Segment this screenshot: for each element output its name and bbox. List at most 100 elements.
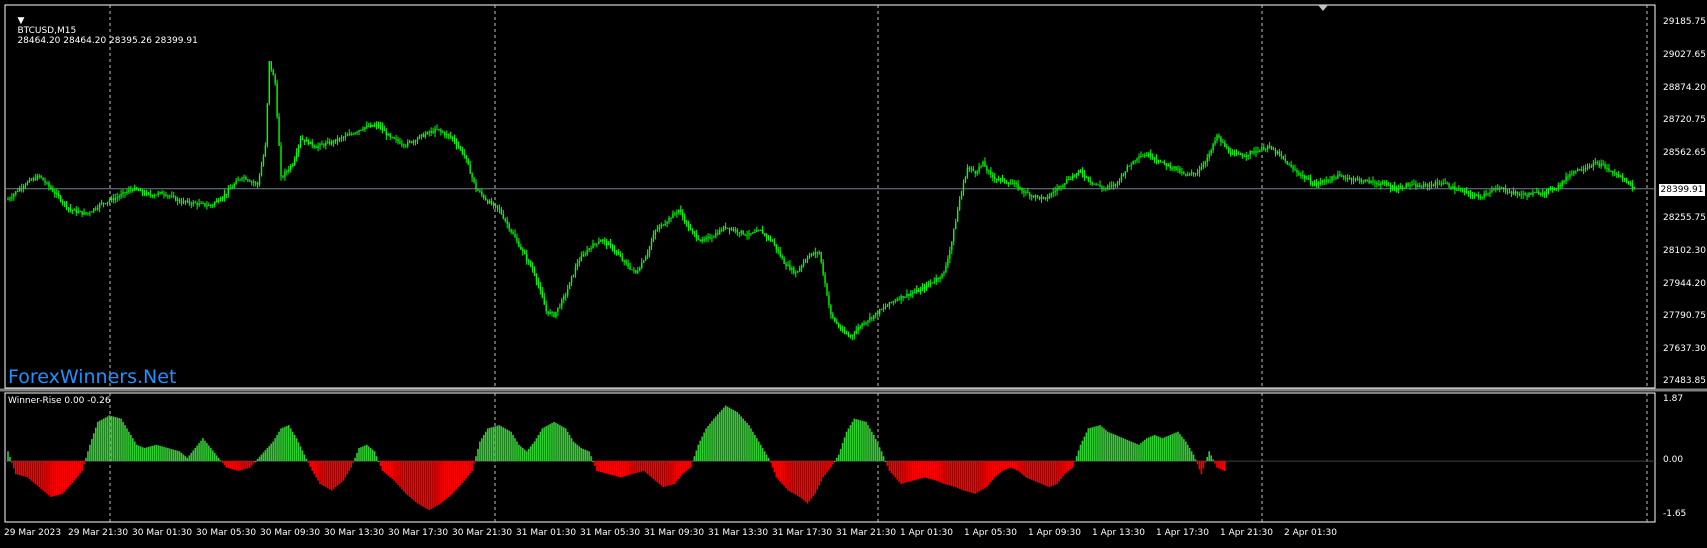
candle-body (1095, 183, 1097, 185)
histogram-bar-up (742, 418, 744, 462)
histogram-bar-down (949, 461, 951, 486)
candle-body (405, 145, 407, 147)
candle-body (1313, 184, 1316, 186)
candle-body (171, 195, 173, 197)
candle-body (553, 312, 555, 317)
histogram-bar-up (100, 419, 103, 462)
histogram-bar-down (633, 461, 635, 474)
candle-body (992, 174, 994, 177)
histogram-bar-down (81, 461, 83, 471)
candle-body (143, 193, 146, 195)
candle-body (947, 258, 949, 266)
histogram-bar-up (171, 449, 173, 462)
histogram-bar-up (284, 426, 286, 462)
candle-body (1130, 164, 1132, 166)
histogram-bar-up (697, 444, 700, 462)
histogram-bar-down (69, 461, 72, 486)
candle-body (17, 191, 19, 193)
candle-body (416, 138, 419, 142)
histogram-bar-up (1186, 444, 1189, 462)
candle-body (1036, 195, 1039, 197)
candle-body (668, 218, 670, 222)
histogram-bar-up (215, 455, 218, 462)
candle-body (516, 237, 518, 241)
candle-body (1384, 182, 1386, 184)
histogram-bar-up (204, 440, 206, 462)
candle-body (1430, 184, 1433, 186)
candle-body (561, 299, 563, 307)
candle-body (551, 312, 553, 314)
histogram-bar-down (453, 461, 456, 492)
candle-body (984, 161, 986, 167)
candle-body (541, 290, 543, 298)
candle-body (726, 227, 729, 229)
trading-chart-window[interactable]: ▼ BTCUSD,M15 28464.20 28464.20 28395.26 … (0, 0, 1707, 544)
candle-body (1352, 179, 1355, 181)
candle-body (20, 187, 23, 189)
histogram-bar-up (726, 406, 729, 462)
candle-body (1387, 185, 1390, 187)
candle-body (728, 227, 731, 230)
candle-body (332, 141, 335, 143)
candle-body (1023, 190, 1025, 193)
histogram-bar-down (405, 461, 407, 494)
histogram-bar-up (479, 441, 481, 462)
candle-body (520, 246, 522, 250)
candle-body (231, 187, 233, 189)
candle-body (652, 234, 655, 242)
candle-body (707, 236, 709, 238)
candle-body (1596, 162, 1598, 164)
candle-body (1212, 143, 1214, 151)
histogram-bar-down (459, 461, 462, 486)
histogram-bar-up (520, 446, 522, 462)
candle-body (368, 125, 370, 127)
histogram-bar-down (346, 461, 349, 475)
candle-body (1167, 164, 1169, 167)
candle-body (1524, 193, 1526, 196)
chart-canvas[interactable] (0, 0, 1707, 544)
candle-body (1627, 181, 1630, 185)
candle-body (1060, 186, 1062, 188)
candle-body (1594, 162, 1596, 164)
histogram-bar-down (352, 461, 354, 463)
candle-body (789, 264, 791, 270)
candle-body (95, 208, 97, 210)
histogram-bar-down (379, 461, 382, 466)
candle-body (22, 185, 25, 189)
candle-body (188, 200, 191, 204)
histogram-bar-down (689, 461, 692, 468)
histogram-bar-up (757, 441, 760, 462)
histogram-bar-down (644, 461, 647, 473)
candle-body (373, 125, 376, 127)
candle-body (1337, 174, 1339, 179)
candle-body (202, 202, 204, 204)
candle-body (1146, 155, 1148, 157)
candle-body (208, 204, 210, 206)
histogram-bar-down (422, 461, 425, 507)
histogram-bar-up (1190, 451, 1193, 462)
candle-body (836, 321, 838, 324)
histogram-bar-down (399, 461, 401, 488)
candle-body (1366, 179, 1368, 181)
candle-body (795, 272, 797, 274)
candle-body (1417, 185, 1419, 188)
histogram-bar-down (830, 461, 832, 468)
histogram-bar-down (30, 461, 33, 481)
candle-body (1112, 184, 1115, 186)
histogram-bar-up (264, 450, 267, 462)
candle-body (724, 226, 727, 229)
histogram-bar-down (1068, 461, 1070, 471)
indicator-pane-frame (4, 392, 1656, 523)
histogram-bar-down (416, 461, 419, 504)
candle-body (1434, 182, 1437, 186)
candle-body (908, 293, 910, 296)
histogram-bar-down (1003, 461, 1006, 471)
histogram-bar-up (373, 451, 376, 462)
candle-body (338, 138, 341, 141)
candle-body (1109, 185, 1111, 187)
candle-body (678, 209, 680, 213)
histogram-bar-up (1089, 427, 1092, 462)
candle-body (771, 240, 774, 242)
candle-body (407, 141, 409, 146)
triangle-down-icon[interactable]: ▼ (17, 16, 24, 26)
